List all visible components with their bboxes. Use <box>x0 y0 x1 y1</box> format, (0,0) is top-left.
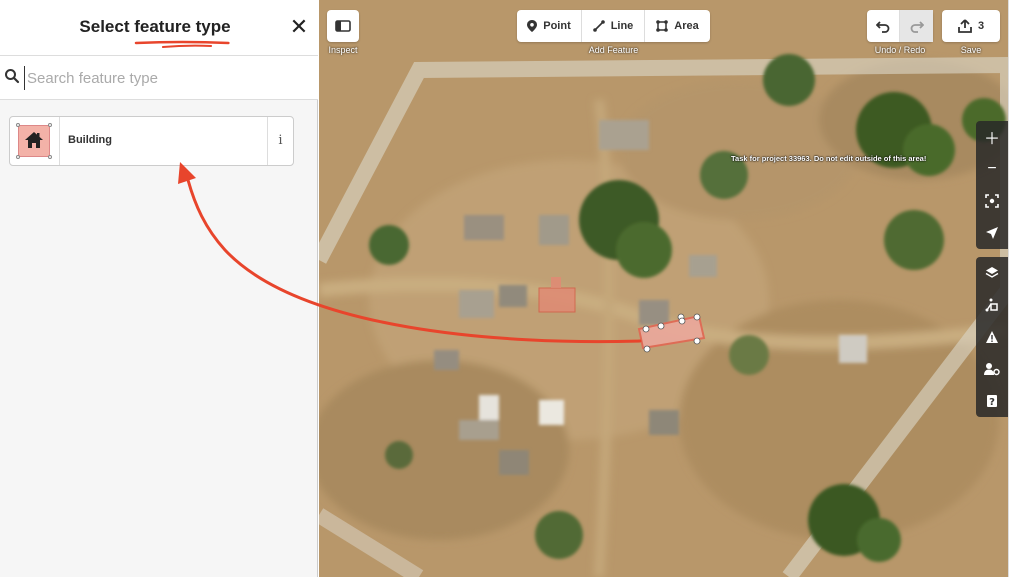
annotation-arrow <box>178 162 642 344</box>
